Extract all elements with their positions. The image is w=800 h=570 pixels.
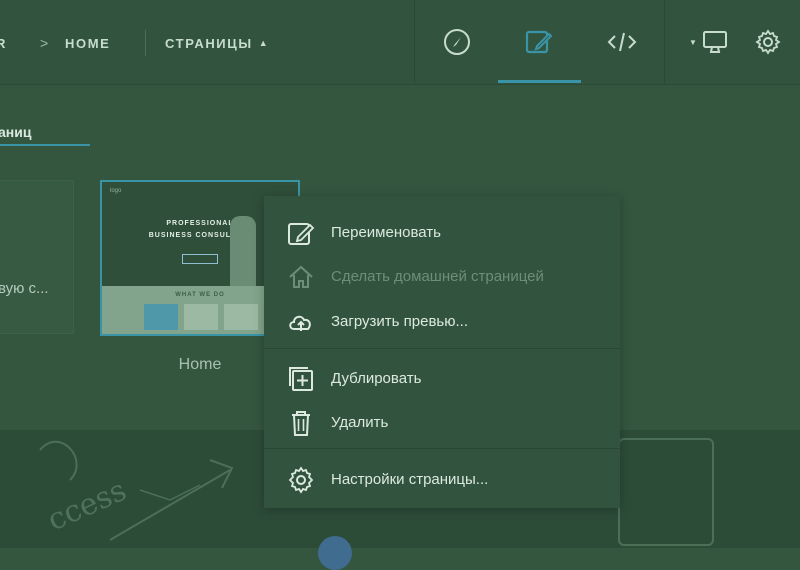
active-tab-indicator [0,144,90,146]
menu-item-page-settings[interactable]: Настройки страницы... [264,459,620,499]
tab-pages[interactable]: аниц [0,124,31,140]
menu-item-delete[interactable]: Удалить [264,402,620,442]
pages-menu-button[interactable]: СТРАНИЦЫ ▲ [165,36,269,51]
thumbnail-tile [144,304,178,330]
toolbar-divider [414,0,415,84]
menu-item-duplicate[interactable]: Дублировать [264,358,620,398]
breadcrumb-divider [145,30,146,56]
menu-item-set-home[interactable]: Сделать домашней страницей [264,256,620,296]
thumbnail-tile [184,304,218,330]
menu-item-label: Дублировать [331,370,422,387]
menu-item-label: Настройки страницы... [331,471,489,488]
menu-divider [264,448,620,449]
breadcrumb-separator: > [40,35,50,51]
menu-item-label: Загрузить превью... [331,313,468,330]
home-icon [289,265,313,288]
thumbnail-person-image [230,216,256,286]
edit-icon [525,30,553,54]
breadcrumb: R > HOME СТРАНИЦЫ ▲ [0,33,300,53]
cup-icon [618,438,714,546]
page-card-partial-label: вую с... [0,280,49,297]
active-tool-indicator [498,80,581,83]
toolbar-divider [664,0,665,84]
preview-mode-button[interactable] [437,22,477,62]
compass-icon [444,29,470,55]
trash-icon [292,411,310,436]
caret-down-icon: ▼ [689,37,697,47]
edit-mode-button[interactable] [519,22,559,62]
desktop-icon [702,31,727,53]
menu-item-upload-preview[interactable]: Загрузить превью... [264,301,620,341]
device-select-button[interactable]: ▼ [684,22,734,62]
caret-up-icon: ▲ [258,38,270,48]
menu-item-label: Сделать домашней страницей [331,268,544,285]
thumbnail-button [182,254,218,264]
gear-icon [755,29,781,55]
menu-divider [264,348,620,349]
rename-icon [288,223,315,245]
background-circle [318,536,352,570]
page-context-menu: Переименовать Сделать домашней страницей… [264,196,620,508]
breadcrumb-home[interactable]: HOME [65,36,110,51]
menu-item-label: Удалить [331,414,389,431]
thumbnail-nav: logo [110,188,122,194]
thumbnail-tile [224,304,258,330]
cloud-upload-icon [289,315,311,331]
code-icon [607,32,637,52]
menu-item-rename[interactable]: Переименовать [264,212,620,252]
pages-menu-label: СТРАНИЦЫ [165,35,253,51]
code-mode-button[interactable] [602,22,642,62]
settings-icon [288,466,314,494]
top-toolbar: R > HOME СТРАНИЦЫ ▲ ▼ [0,0,800,85]
breadcrumb-site[interactable]: R [0,36,7,51]
menu-item-label: Переименовать [331,224,441,241]
settings-button[interactable] [748,22,788,62]
duplicate-icon [289,367,313,391]
page-card-partial[interactable] [0,180,74,334]
